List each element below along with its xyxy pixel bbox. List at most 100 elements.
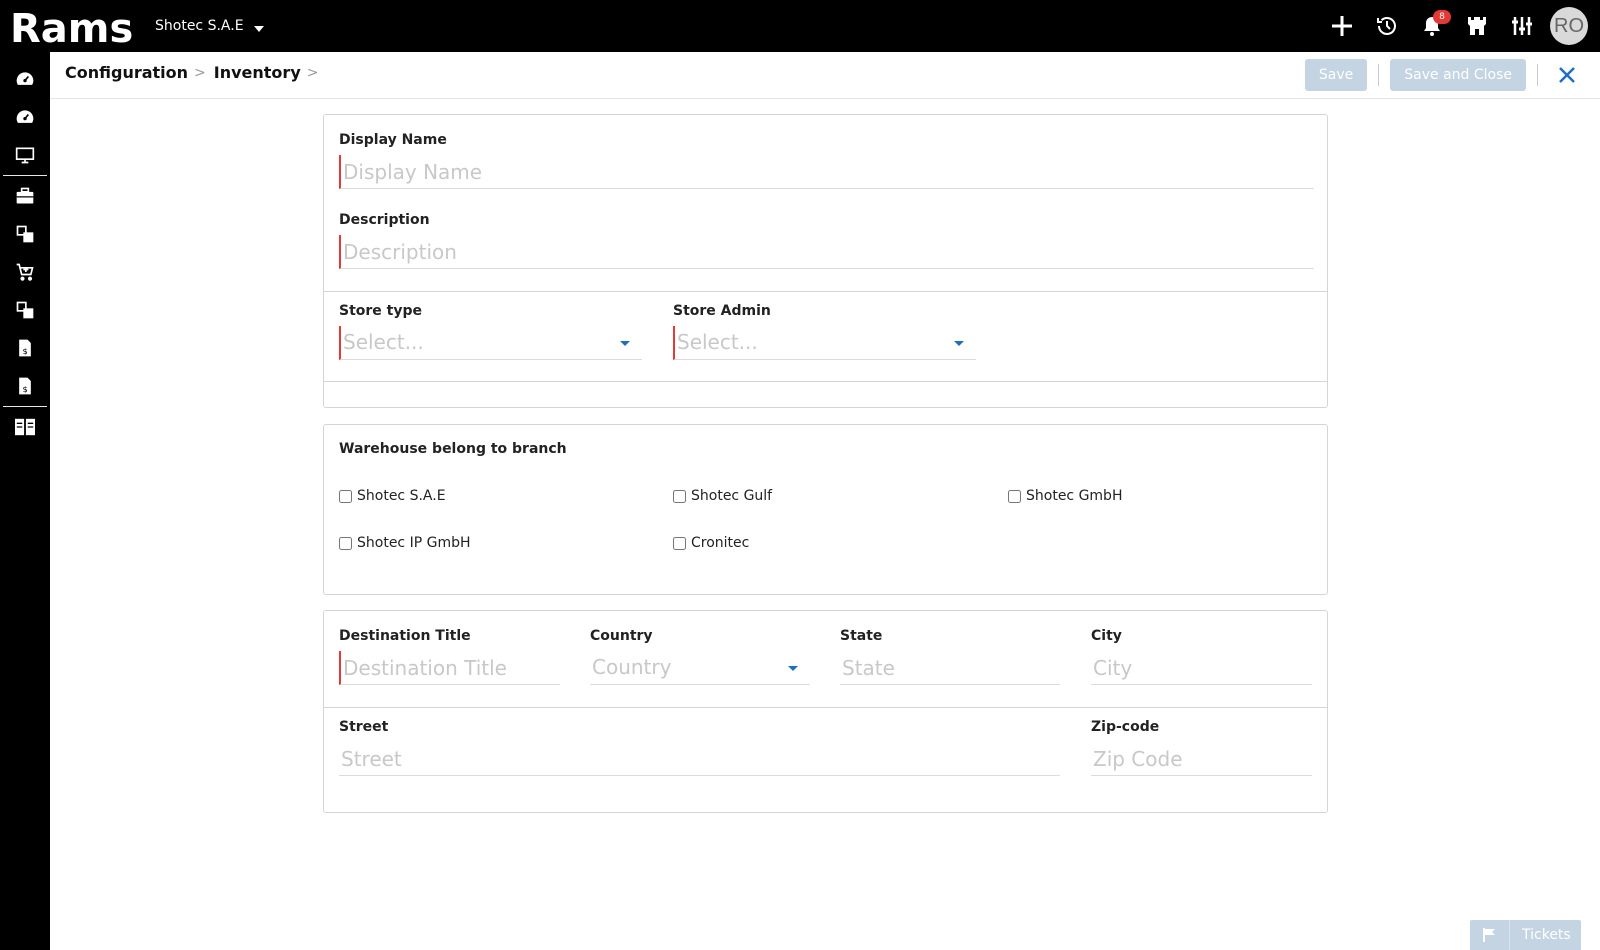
state-label: State <box>840 628 883 644</box>
general-card: Display Name Description Store type Sele… <box>323 114 1328 408</box>
notifications-button[interactable]: 8 <box>1409 0 1454 52</box>
branch-checkbox-shotec-sae[interactable]: Shotec S.A.E <box>339 488 446 504</box>
tickets-label: Tickets <box>1522 927 1571 943</box>
svg-text:$: $ <box>23 384 28 394</box>
user-avatar[interactable]: RO <box>1550 7 1588 45</box>
country-label: Country <box>590 628 653 644</box>
close-button[interactable] <box>1549 58 1585 92</box>
state-input[interactable] <box>840 651 1060 685</box>
branch-checkbox-shotec-gulf[interactable]: Shotec Gulf <box>673 488 772 504</box>
breadcrumb: Configuration > Inventory > <box>65 63 326 82</box>
sidebar-item-invoice-2[interactable]: $ <box>0 367 50 405</box>
top-bar: Rams Shotec S.A.E 8 RO <box>0 0 1600 52</box>
caret-down-icon <box>620 341 630 346</box>
country-placeholder: Country <box>592 655 672 679</box>
notification-badge: 8 <box>1433 10 1451 24</box>
destination-title-label: Destination Title <box>339 628 471 644</box>
add-button[interactable] <box>1319 0 1364 52</box>
section-divider <box>324 707 1327 708</box>
store-type-label: Store type <box>339 303 423 319</box>
rams-logo[interactable]: Rams <box>10 6 132 46</box>
tickets-button[interactable]: Tickets <box>1470 920 1581 950</box>
briefcase-icon <box>16 187 34 204</box>
svg-text:Rams: Rams <box>10 6 132 46</box>
sidebar-item-monitor[interactable] <box>0 136 50 174</box>
city-input[interactable] <box>1091 651 1312 685</box>
breadcrumb-item-inventory[interactable]: Inventory <box>214 63 301 82</box>
chevron-right-icon: > <box>194 64 206 81</box>
flag-icon <box>1470 920 1510 950</box>
description-input[interactable] <box>339 235 1314 269</box>
sidebar-item-briefcase[interactable] <box>0 177 50 215</box>
street-input[interactable] <box>339 742 1060 776</box>
store-admin-placeholder: Select... <box>677 330 758 354</box>
display-name-label: Display Name <box>339 132 447 148</box>
checkbox[interactable] <box>673 489 686 503</box>
company-name: Shotec S.A.E <box>155 18 244 34</box>
sidebar-item-dashboard-2[interactable] <box>0 98 50 136</box>
page-header: Configuration > Inventory > Save Save an… <box>50 52 1600 99</box>
branches-title: Warehouse belong to branch <box>339 441 567 457</box>
destination-title-input[interactable] <box>339 651 560 685</box>
dashboard-icon <box>16 110 34 123</box>
sidebar-divider <box>3 175 47 176</box>
plus-icon <box>1331 16 1352 36</box>
modules-icon <box>16 225 34 243</box>
sidebar-item-dashboard[interactable] <box>0 60 50 98</box>
invoice-icon: $ <box>19 339 31 357</box>
save-and-close-button[interactable]: Save and Close <box>1390 59 1526 91</box>
castle-icon <box>1467 17 1486 35</box>
divider <box>1537 64 1538 86</box>
chevron-right-icon: > <box>306 64 319 81</box>
store-admin-label: Store Admin <box>673 303 771 319</box>
history-icon <box>1376 17 1396 35</box>
sidebar: $ $ <box>0 52 50 950</box>
street-label: Street <box>339 719 389 735</box>
company-switcher[interactable]: Shotec S.A.E <box>155 18 264 34</box>
branches-card: Warehouse belong to branch Shotec S.A.E … <box>323 424 1328 595</box>
sidebar-item-modules[interactable] <box>0 215 50 253</box>
description-label: Description <box>339 212 430 228</box>
country-select[interactable]: Country <box>590 651 810 685</box>
sidebar-item-modules-2[interactable] <box>0 291 50 329</box>
branch-checkbox-shotec-gmbh[interactable]: Shotec GmbH <box>1008 488 1122 504</box>
store-admin-select[interactable]: Select... <box>673 326 976 360</box>
breadcrumb-item-configuration[interactable]: Configuration <box>65 63 188 82</box>
checkbox[interactable] <box>1008 489 1021 503</box>
divider <box>1378 64 1380 86</box>
caret-down-icon <box>954 341 964 346</box>
sidebar-divider <box>3 406 47 407</box>
monitor-icon <box>15 147 35 164</box>
zip-code-label: Zip-code <box>1091 719 1160 735</box>
sidebar-item-invoice[interactable]: $ <box>0 329 50 367</box>
caret-down-icon <box>788 666 798 671</box>
display-name-input[interactable] <box>339 155 1314 189</box>
branch-checkbox-cronitec[interactable]: Cronitec <box>673 535 749 551</box>
settings-button[interactable] <box>1499 0 1544 52</box>
sliders-icon <box>1511 17 1532 35</box>
close-icon <box>1559 67 1575 83</box>
save-button[interactable]: Save <box>1304 59 1368 91</box>
store-type-select[interactable]: Select... <box>339 326 642 360</box>
cart-icon <box>16 263 34 281</box>
branch-checkbox-shotec-ip-gmbh[interactable]: Shotec IP GmbH <box>339 535 471 551</box>
modules-icon <box>16 301 34 319</box>
layout-icon <box>15 418 35 436</box>
checkbox[interactable] <box>673 536 686 550</box>
chevron-down-icon <box>253 25 264 32</box>
castle-button[interactable] <box>1454 0 1499 52</box>
invoice-icon: $ <box>19 377 31 395</box>
sidebar-item-layout[interactable] <box>0 408 50 446</box>
section-divider <box>324 291 1327 292</box>
address-card: Destination Title Country Country State … <box>323 610 1328 813</box>
checkbox[interactable] <box>339 536 352 550</box>
section-divider <box>324 381 1327 382</box>
svg-text:$: $ <box>23 346 28 356</box>
history-button[interactable] <box>1364 0 1409 52</box>
zip-code-input[interactable] <box>1091 742 1312 776</box>
sidebar-item-cart[interactable] <box>0 253 50 291</box>
store-type-placeholder: Select... <box>343 330 424 354</box>
city-label: City <box>1091 628 1122 644</box>
dashboard-icon <box>16 72 34 85</box>
checkbox[interactable] <box>339 489 352 503</box>
